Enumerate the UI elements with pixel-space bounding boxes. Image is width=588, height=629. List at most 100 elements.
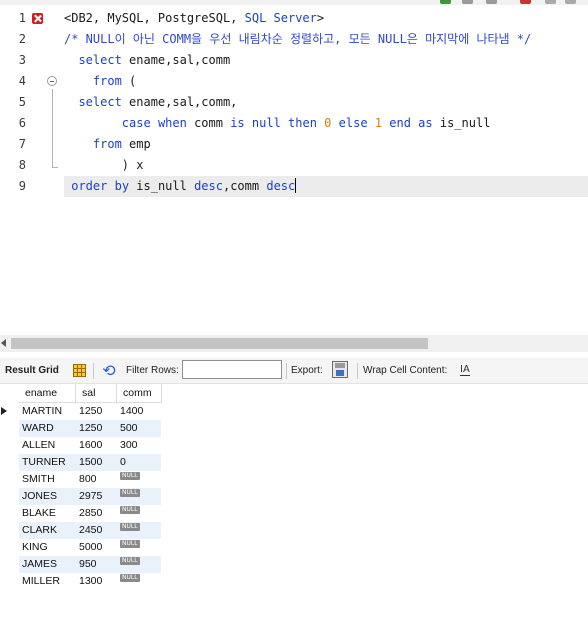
code-line[interactable]: 6 case when comm is null then 0 else 1 e… [0, 113, 588, 134]
sql-comment: /* NULL이 아닌 COMM을 우선 내림차순 정렬하고, 모든 NULL은… [64, 32, 532, 46]
sql-keyword: from [92, 74, 122, 88]
sql-text: ) x [64, 158, 144, 172]
null-badge: NULL [120, 557, 140, 565]
refresh-icon[interactable]: ⟲ [100, 362, 118, 380]
toolbar-icon[interactable] [520, 0, 531, 4]
cell-sal[interactable]: 800 [76, 471, 117, 488]
wrap-cell-content-label: Wrap Cell Content: [363, 365, 448, 376]
cell-comm[interactable]: NULL [117, 522, 161, 539]
filter-rows-input[interactable] [182, 360, 282, 379]
cell-ename[interactable]: CLARK [19, 522, 76, 539]
cell-comm[interactable]: NULL [117, 573, 161, 590]
column-header-ename[interactable]: ename [19, 384, 76, 403]
divider [93, 363, 94, 379]
cell-ename[interactable]: KING [19, 539, 76, 556]
cell-sal[interactable]: 2975 [76, 488, 117, 505]
column-header-sal[interactable]: sal [76, 384, 117, 403]
cell-comm[interactable]: NULL [117, 556, 161, 573]
divider [357, 363, 358, 379]
cell-comm[interactable]: 1400 [117, 403, 161, 420]
line-number: 3 [18, 53, 26, 67]
code-line[interactable]: 9 order by is_null desc,comm desc [0, 176, 588, 197]
execute-icon[interactable] [440, 0, 451, 4]
cell-ename[interactable]: JONES [19, 488, 76, 505]
cell-ename[interactable]: WARD [19, 420, 76, 437]
line-number: 4 [18, 74, 26, 88]
sql-keyword: order [71, 179, 108, 193]
horizontal-scrollbar[interactable] [0, 335, 588, 352]
wrap-text-icon[interactable]: IA [460, 364, 470, 376]
sql-keyword: as [418, 116, 433, 130]
scroll-left-icon[interactable] [1, 339, 6, 347]
column-header-comm[interactable]: comm [117, 384, 162, 403]
table-row[interactable]: ALLEN 1600 300 [0, 437, 162, 454]
code-line[interactable]: 2 /* NULL이 아닌 COMM을 우선 내림차순 정렬하고, 모든 NULL… [0, 29, 588, 50]
table-row[interactable]: TURNER 1500 0 [0, 454, 162, 471]
code-line[interactable]: 7 from emp [0, 134, 588, 155]
table-row[interactable]: WARD 1250 500 [0, 420, 162, 437]
table-row[interactable]: JAMES 950 NULL [0, 556, 162, 573]
code-line[interactable]: 8 ) x [0, 155, 588, 176]
sql-text: <DB2, MySQL, PostgreSQL, [64, 11, 245, 25]
code-line[interactable]: 5 select ename,sal,comm, [0, 92, 588, 113]
sql-text: ename,sal,comm, [121, 95, 238, 109]
cell-sal[interactable]: 950 [76, 556, 117, 573]
cell-comm[interactable]: NULL [117, 471, 161, 488]
cell-ename[interactable]: JAMES [19, 556, 76, 573]
code-line[interactable]: 4 from ( [0, 71, 588, 92]
sql-text: is_null [129, 179, 195, 193]
cell-ename[interactable]: TURNER [19, 454, 76, 471]
sql-keyword: null [251, 116, 281, 130]
fold-icon[interactable] [47, 76, 57, 86]
cell-comm[interactable]: NULL [117, 488, 161, 505]
cell-ename[interactable]: MARTIN [19, 403, 76, 420]
cell-sal[interactable]: 1500 [76, 454, 117, 471]
toolbar-icon[interactable] [486, 0, 497, 4]
code-text: <DB2, MySQL, PostgreSQL, SQL Server> [64, 8, 324, 29]
sql-keyword: when [157, 116, 187, 130]
sql-editor[interactable]: 1 <DB2, MySQL, PostgreSQL, SQL Server> 2/*… [0, 5, 588, 335]
cell-ename[interactable]: SMITH [19, 471, 76, 488]
sql-keyword: is [230, 116, 245, 130]
null-badge: NULL [120, 523, 140, 531]
table-row[interactable]: MILLER 1300 NULL [0, 573, 162, 590]
toolbar-icon[interactable] [565, 0, 576, 4]
error-icon[interactable] [32, 13, 43, 24]
scrollbar-thumb[interactable] [11, 338, 428, 349]
cell-sal[interactable]: 2450 [76, 522, 117, 539]
result-grid-label[interactable]: Result Grid [5, 365, 59, 376]
line-number: 9 [18, 179, 26, 193]
cell-ename[interactable]: ALLEN [19, 437, 76, 454]
table-row[interactable]: KING 5000 NULL [0, 539, 162, 556]
export-icon[interactable] [332, 361, 348, 378]
cell-ename[interactable]: BLAKE [19, 505, 76, 522]
table-row[interactable]: MARTIN 1250 1400 [0, 403, 162, 420]
cell-comm[interactable]: 0 [117, 454, 161, 471]
cell-sal[interactable]: 1250 [76, 403, 117, 420]
toolbar-icon[interactable] [462, 0, 473, 4]
cell-sal[interactable]: 5000 [76, 539, 117, 556]
cell-sal[interactable]: 1600 [76, 437, 117, 454]
cell-ename[interactable]: MILLER [19, 573, 76, 590]
table-row[interactable]: BLAKE 2850 NULL [0, 505, 162, 522]
toolbar-icon[interactable] [545, 0, 556, 4]
export-label: Export: [291, 365, 323, 376]
table-row[interactable]: SMITH 800 NULL [0, 471, 162, 488]
cell-sal[interactable]: 2850 [76, 505, 117, 522]
table-row[interactable]: CLARK 2450 NULL [0, 522, 162, 539]
grid-icon[interactable] [73, 364, 86, 377]
code-line[interactable]: 1 <DB2, MySQL, PostgreSQL, SQL Server> [0, 8, 588, 29]
cell-comm[interactable]: 500 [117, 420, 161, 437]
null-badge: NULL [120, 574, 140, 582]
cell-sal[interactable]: 1300 [76, 573, 117, 590]
cell-comm[interactable]: 300 [117, 437, 161, 454]
code-line[interactable]: 3 select ename,sal,comm [0, 50, 588, 71]
cell-comm[interactable]: NULL [117, 539, 161, 556]
cell-sal[interactable]: 1250 [76, 420, 117, 437]
cell-comm[interactable]: NULL [117, 505, 161, 522]
table-row[interactable]: JONES 2975 NULL [0, 488, 162, 505]
